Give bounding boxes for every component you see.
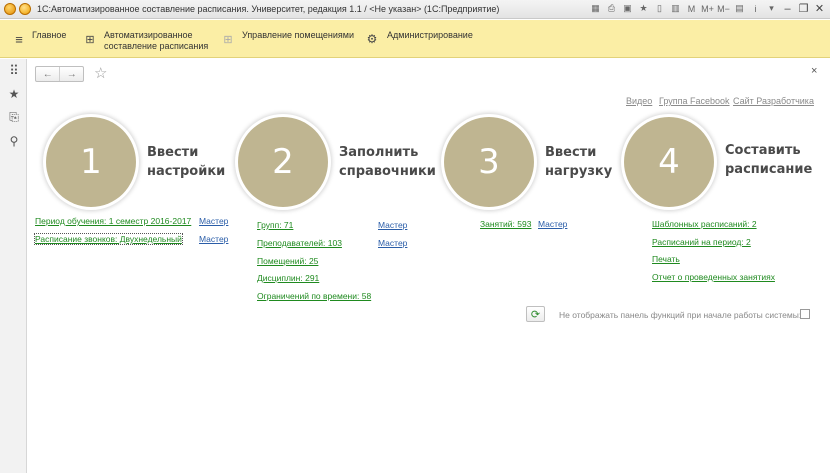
disciplines-link[interactable]: Дисциплин: 291 bbox=[257, 273, 319, 283]
navigation-buttons: ← → bbox=[35, 66, 84, 82]
facebook-group-link[interactable]: Группа Facebook bbox=[659, 96, 730, 106]
bell-schedule-link[interactable]: Расписание звонков: Двухнедельный bbox=[34, 233, 183, 245]
hamburger-icon: ≡ bbox=[15, 31, 23, 47]
gear-icon: ⚙ bbox=[366, 32, 378, 46]
refresh-button[interactable]: ⟳ bbox=[526, 306, 545, 322]
bell-schedule-master-link[interactable]: Мастер bbox=[199, 234, 228, 244]
calendar-icon[interactable]: ▥ bbox=[669, 2, 682, 15]
lessons-report-link[interactable]: Отчет о проведенных занятиях bbox=[652, 272, 775, 282]
app-logo-icon[interactable] bbox=[4, 3, 16, 15]
m-minus-icon[interactable]: M− bbox=[717, 2, 730, 15]
forward-button[interactable]: → bbox=[59, 67, 83, 81]
favorite-star-icon[interactable]: ☆ bbox=[94, 64, 107, 82]
hide-panel-label: Не отображать панель функций при начале … bbox=[559, 310, 802, 320]
grid-icon: ⊞ bbox=[85, 33, 95, 46]
lessons-link[interactable]: Занятий: 593 bbox=[480, 219, 531, 229]
groups-master-link[interactable]: Мастер bbox=[378, 220, 407, 230]
section-admin-label: Администрирование bbox=[387, 30, 473, 40]
step-3-title: Ввести нагрузку bbox=[545, 145, 613, 179]
section-auto-schedule-label: Автоматизированное составление расписания bbox=[104, 30, 209, 51]
section-rooms-label: Управление помещениями bbox=[242, 30, 354, 40]
minimize-icon[interactable]: – bbox=[781, 2, 794, 15]
apps-grid-icon[interactable]: ⠿ bbox=[7, 63, 21, 78]
star-icon[interactable]: ★ bbox=[637, 2, 650, 15]
section-main[interactable]: ≡ Главное bbox=[10, 20, 80, 58]
m-icon[interactable]: M bbox=[685, 2, 698, 15]
chevron-down-icon[interactable]: ▾ bbox=[765, 2, 778, 15]
window-titlebar: 1С:Автоматизированное составление распис… bbox=[0, 0, 830, 19]
step-4-circle: 4 bbox=[624, 117, 714, 207]
history-icon[interactable]: ⎘ bbox=[7, 110, 21, 124]
function-panel: ← → ☆ × Видео Группа Facebook Сайт Разра… bbox=[28, 59, 830, 473]
restore-icon[interactable]: ❐ bbox=[797, 2, 810, 15]
section-main-label: Главное bbox=[32, 30, 67, 40]
titlebar-toolbar: ▦ ⎙ ▣ ★ ▯ ▥ M M+ M− ▤ i ▾ – ❐ ✕ bbox=[589, 2, 826, 16]
app-menu-icon[interactable] bbox=[19, 3, 31, 15]
bookmark-icon[interactable]: ▯ bbox=[653, 2, 666, 15]
section-rooms[interactable]: ⊞ Управление помещениями bbox=[220, 20, 360, 58]
panels-icon[interactable]: ▤ bbox=[733, 2, 746, 15]
step-4-title: Составить расписание bbox=[725, 143, 813, 177]
teachers-master-link[interactable]: Мастер bbox=[378, 238, 407, 248]
grid-icon: ⊞ bbox=[223, 33, 233, 46]
star-icon[interactable]: ★ bbox=[7, 87, 21, 101]
left-toolbar: ⠿ ★ ⎘ ⚲ bbox=[0, 59, 27, 473]
template-schedules-link[interactable]: Шаблонных расписаний: 2 bbox=[652, 219, 757, 229]
step-1-title: Ввести настройки bbox=[147, 145, 226, 179]
step-2-title: Заполнить справочники bbox=[339, 145, 436, 179]
rooms-link[interactable]: Помещений: 25 bbox=[257, 256, 318, 266]
print-link[interactable]: Печать bbox=[652, 254, 680, 264]
close-form-button[interactable]: × bbox=[811, 65, 817, 77]
printer-icon[interactable]: ⎙ bbox=[605, 2, 618, 15]
section-admin[interactable]: ⚙ Администрирование bbox=[364, 20, 484, 58]
step-3-circle: 3 bbox=[444, 117, 534, 207]
save-icon[interactable]: ▣ bbox=[621, 2, 634, 15]
study-period-link[interactable]: Период обучения: 1 семестр 2016-2017 bbox=[35, 216, 191, 226]
time-constraints-link[interactable]: Ограничений по времени: 58 bbox=[257, 291, 371, 301]
close-icon[interactable]: ✕ bbox=[813, 2, 826, 15]
teachers-link[interactable]: Преподавателей: 103 bbox=[257, 238, 342, 248]
developer-site-link[interactable]: Сайт Разработчика bbox=[733, 96, 814, 106]
video-link[interactable]: Видео bbox=[626, 96, 652, 106]
groups-link[interactable]: Групп: 71 bbox=[257, 220, 293, 230]
m-plus-icon[interactable]: M+ bbox=[701, 2, 714, 15]
back-button[interactable]: ← bbox=[36, 67, 59, 81]
period-schedules-link[interactable]: Расписаний на период: 2 bbox=[652, 237, 751, 247]
section-auto-schedule[interactable]: ⊞ Автоматизированное составление расписан… bbox=[82, 20, 212, 58]
step-2-circle: 2 bbox=[238, 117, 328, 207]
lessons-master-link[interactable]: Мастер bbox=[538, 219, 567, 229]
grid-icon[interactable]: ▦ bbox=[589, 2, 602, 15]
info-icon[interactable]: i bbox=[749, 2, 762, 15]
study-period-master-link[interactable]: Мастер bbox=[199, 216, 228, 226]
sections-panel: ≡ Главное ⊞ Автоматизированное составлени… bbox=[0, 20, 830, 58]
step-1-circle: 1 bbox=[46, 117, 136, 207]
hide-panel-checkbox[interactable] bbox=[800, 309, 810, 319]
search-icon[interactable]: ⚲ bbox=[7, 134, 21, 148]
window-title: 1С:Автоматизированное составление распис… bbox=[37, 4, 500, 14]
